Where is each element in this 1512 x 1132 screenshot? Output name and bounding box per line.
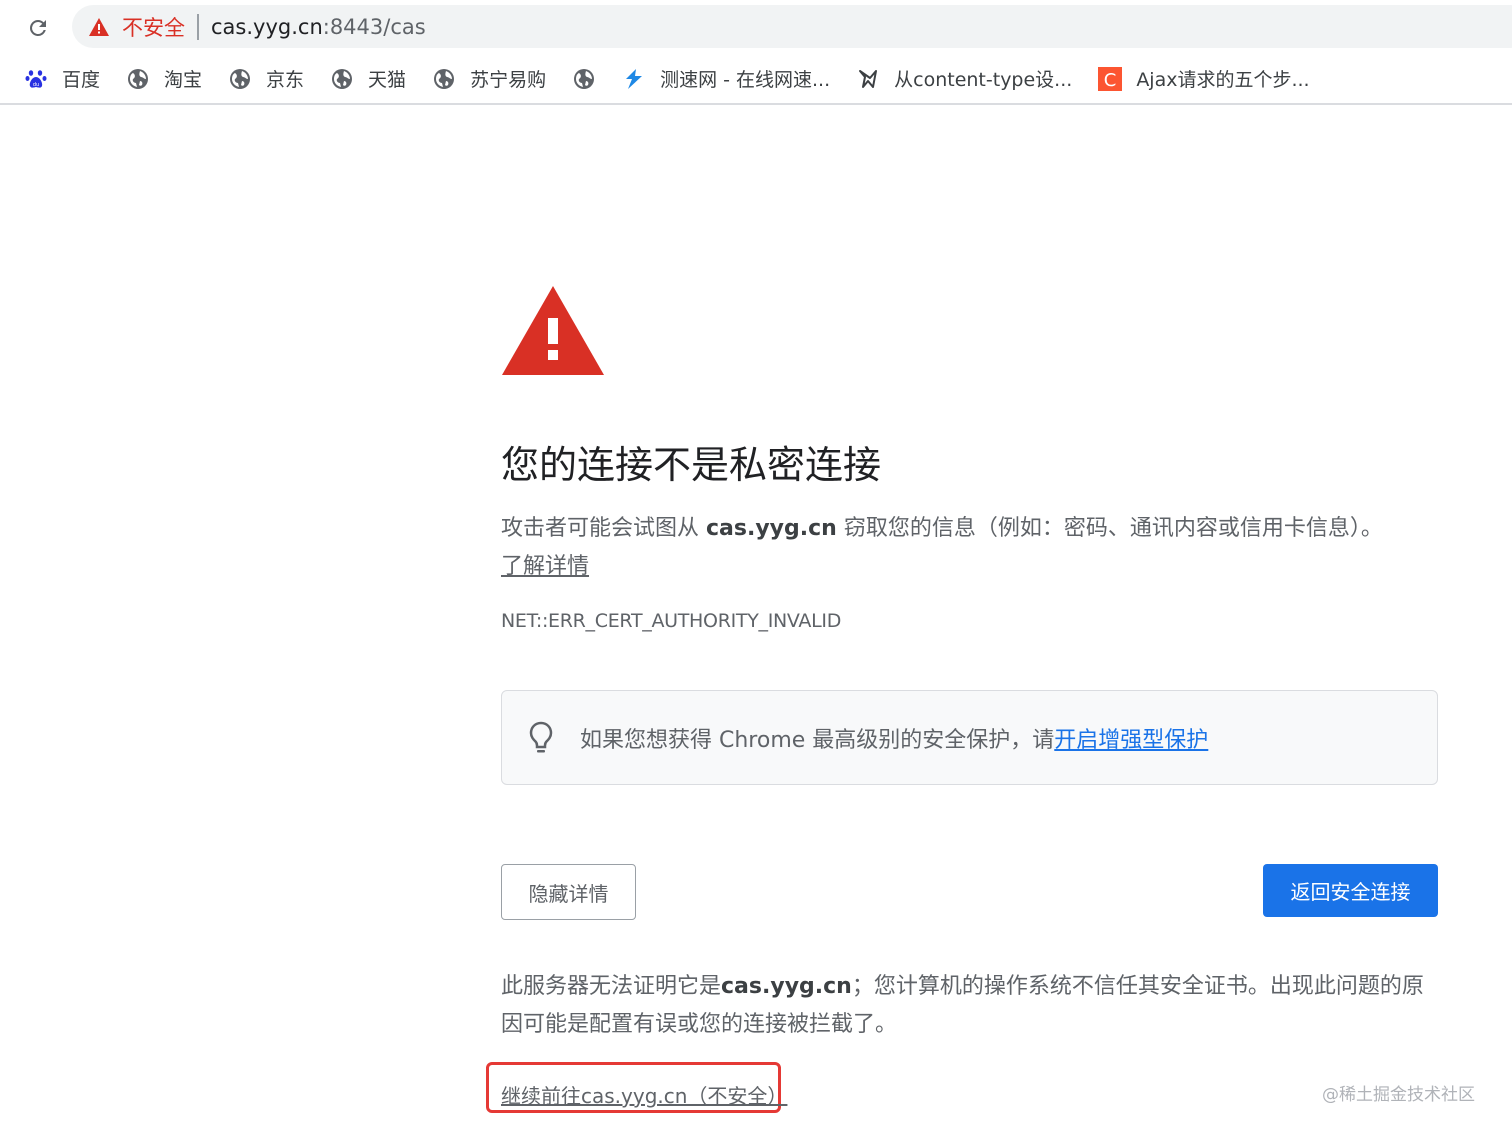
bookmark-content-type[interactable]: 从content-type设... [856,65,1072,92]
page-title: 您的连接不是私密连接 [501,443,882,487]
details-host: cas.yyg.cn [721,974,852,999]
wolf-icon [856,67,880,91]
bookmark-label: 从content-type设... [894,69,1073,91]
bookmark-jd[interactable]: 京东 [228,65,304,92]
svg-text:C: C [1104,70,1117,91]
speedtest-icon [622,67,646,91]
url-host[interactable]: cas.yyg.cn [211,15,323,39]
back-to-safety-button[interactable]: 返回安全连接 [1263,864,1438,917]
bookmark-label: Ajax请求的五个步... [1136,69,1310,91]
baidu-paw-icon: du [24,67,48,91]
bookmark-label: 天猫 [368,69,407,91]
globe-icon [228,67,252,91]
enhanced-protection-link[interactable]: 开启增强型保护 [1054,722,1208,754]
watermark: @稀土掘金技术社区 [1322,1085,1475,1105]
bookmark-untitled[interactable] [572,67,596,91]
enhanced-protection-tip: 如果您想获得 Chrome 最高级别的安全保护，请 开启增强型保护 [501,690,1438,785]
svg-text:du: du [33,82,39,88]
bookmark-label: 京东 [266,69,305,91]
bookmark-label: 测速网 - 在线网速... [660,69,831,91]
bookmark-suning[interactable]: 苏宁易购 [432,65,546,92]
reload-button[interactable] [22,12,54,44]
bookmark-tmall[interactable]: 天猫 [330,65,406,92]
error-code: NET::ERR_CERT_AUTHORITY_INVALID [501,610,842,632]
not-secure-warning-icon[interactable] [88,17,110,37]
attack-description: 攻击者可能会试图从 cas.yyg.cn 窃取您的信息（例如：密码、通讯内容或信… [501,510,1441,586]
bookmark-label: 百度 [62,69,101,91]
globe-icon [126,67,150,91]
omnibox-separator [197,13,199,40]
globe-icon [330,67,354,91]
proceed-unsafe-link[interactable]: 继续前往cas.yyg.cn（不安全） [501,1080,787,1109]
description-prefix: 攻击者可能会试图从 [501,516,706,541]
bookmark-label: 淘宝 [164,69,203,91]
tip-text: 如果您想获得 Chrome 最高级别的安全保护，请 [580,727,1055,753]
hide-details-button[interactable]: 隐藏详情 [501,864,636,920]
bookmark-taobao[interactable]: 淘宝 [126,65,202,92]
bookmarks-bar: du 百度 淘宝 京东 天猫 苏宁易购 测速网 - 在线网速... 从conte… [0,54,1512,105]
description-suffix: 窃取您的信息（例如：密码、通讯内容或信用卡信息）。 [836,516,1383,541]
learn-more-link[interactable]: 了解详情 [501,554,589,579]
details-prefix: 此服务器无法证明它是 [501,974,722,999]
globe-icon [432,67,456,91]
bookmark-ajax[interactable]: C Ajax请求的五个步... [1098,65,1310,92]
url-path[interactable]: :8443/cas [323,15,426,39]
description-host: cas.yyg.cn [706,516,837,541]
bookmark-label: 苏宁易购 [470,69,547,91]
globe-icon [572,67,596,91]
reload-icon [30,19,46,36]
bookmark-baidu[interactable]: du 百度 [24,65,100,92]
security-status-label[interactable]: 不安全 [122,12,185,42]
address-bar-row: 不安全 cas.yyg.cn :8443/cas [0,0,1512,54]
warning-triangle-icon [502,286,604,375]
details-text: 此服务器无法证明它是cas.yyg.cn；您计算机的操作系统不信任其安全证书。出… [501,968,1441,1044]
lightbulb-icon [529,721,553,752]
omnibox[interactable]: 不安全 cas.yyg.cn :8443/cas [72,5,1512,48]
csdn-c-icon: C [1098,66,1123,91]
bookmark-speedtest[interactable]: 测速网 - 在线网速... [622,65,830,92]
